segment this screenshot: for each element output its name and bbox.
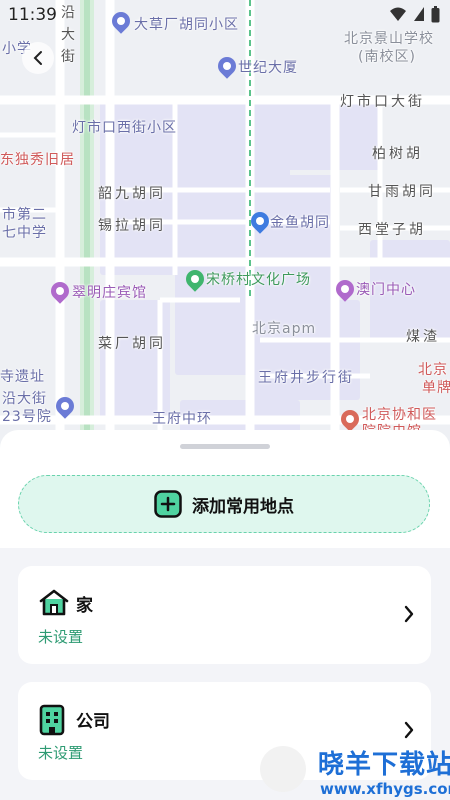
chevron-left-icon xyxy=(33,51,42,65)
map-label: 柏树胡 xyxy=(372,146,423,162)
map-label: 灯市口大街 xyxy=(340,94,425,110)
map-label: 菜厂胡同 xyxy=(98,336,166,352)
place-status: 未设置 xyxy=(38,628,84,646)
home-icon xyxy=(38,588,70,620)
map-label: 北京apm xyxy=(252,321,317,337)
map-label: 市第二 xyxy=(2,207,47,223)
status-icons xyxy=(389,6,440,23)
watermark-url: www.xfhygs.com xyxy=(320,780,450,798)
map-label: 澳门中心 xyxy=(356,282,416,298)
watermark-title: 晓羊下载站 xyxy=(318,750,450,780)
map-label: 街 xyxy=(61,49,81,65)
add-common-place-button[interactable]: 添加常用地点 xyxy=(18,475,430,533)
map-label: 金鱼胡同 xyxy=(270,215,330,231)
map-label: 七中学 xyxy=(2,225,47,241)
map-label: 单牌 xyxy=(422,380,450,396)
map-view[interactable]: 大草厂胡同小区 沿 大 街 小学 北京景山学校 (南校区) 世纪大厦 灯市口大街… xyxy=(0,0,450,450)
map-label: 王府中环 xyxy=(152,411,212,427)
place-title: 公司 xyxy=(76,712,110,732)
place-title: 家 xyxy=(76,596,93,616)
watermark: 晓羊下载站 www.xfhygs.com xyxy=(260,740,450,800)
map-label: 世纪大厦 xyxy=(238,60,298,76)
watermark-logo-icon xyxy=(260,746,306,792)
map-label: (南校区) xyxy=(358,49,416,65)
map-label: 宋桥村文化广场 xyxy=(206,272,311,288)
map-label: 甘雨胡同 xyxy=(368,184,436,200)
status-time: 11:39 xyxy=(8,5,57,25)
map-label: 寺遗址 xyxy=(0,369,45,385)
map-label: 西堂子胡 xyxy=(358,222,426,238)
map-label: 韶九胡同 xyxy=(98,186,166,202)
add-button-label: 添加常用地点 xyxy=(192,496,294,517)
map-label: 东独秀旧居 xyxy=(0,152,75,168)
drag-handle[interactable] xyxy=(180,444,270,449)
office-building-icon xyxy=(38,704,66,740)
chevron-right-icon xyxy=(403,604,415,628)
map-label: 翠明庄宾馆 xyxy=(72,285,147,301)
map-label: 煤渣 xyxy=(406,329,440,345)
map-label: 王府井步行街 xyxy=(258,370,354,386)
place-status: 未设置 xyxy=(38,744,84,762)
map-label: 沿大街 xyxy=(2,391,47,407)
wifi-icon xyxy=(390,7,406,21)
signal-icon xyxy=(414,7,424,21)
back-button[interactable] xyxy=(22,42,54,74)
map-label: 北京景山学校 xyxy=(344,31,434,47)
map-label: 锡拉胡同 xyxy=(98,218,166,234)
map-label: 灯市口西街小区 xyxy=(72,120,177,136)
add-square-icon xyxy=(154,490,182,518)
battery-icon xyxy=(431,6,440,23)
map-label: 23号院 xyxy=(2,409,52,425)
status-bar: 11:39 xyxy=(0,0,450,30)
place-card-home[interactable]: 家 未设置 xyxy=(18,566,431,664)
map-label: 北京 xyxy=(418,362,448,378)
